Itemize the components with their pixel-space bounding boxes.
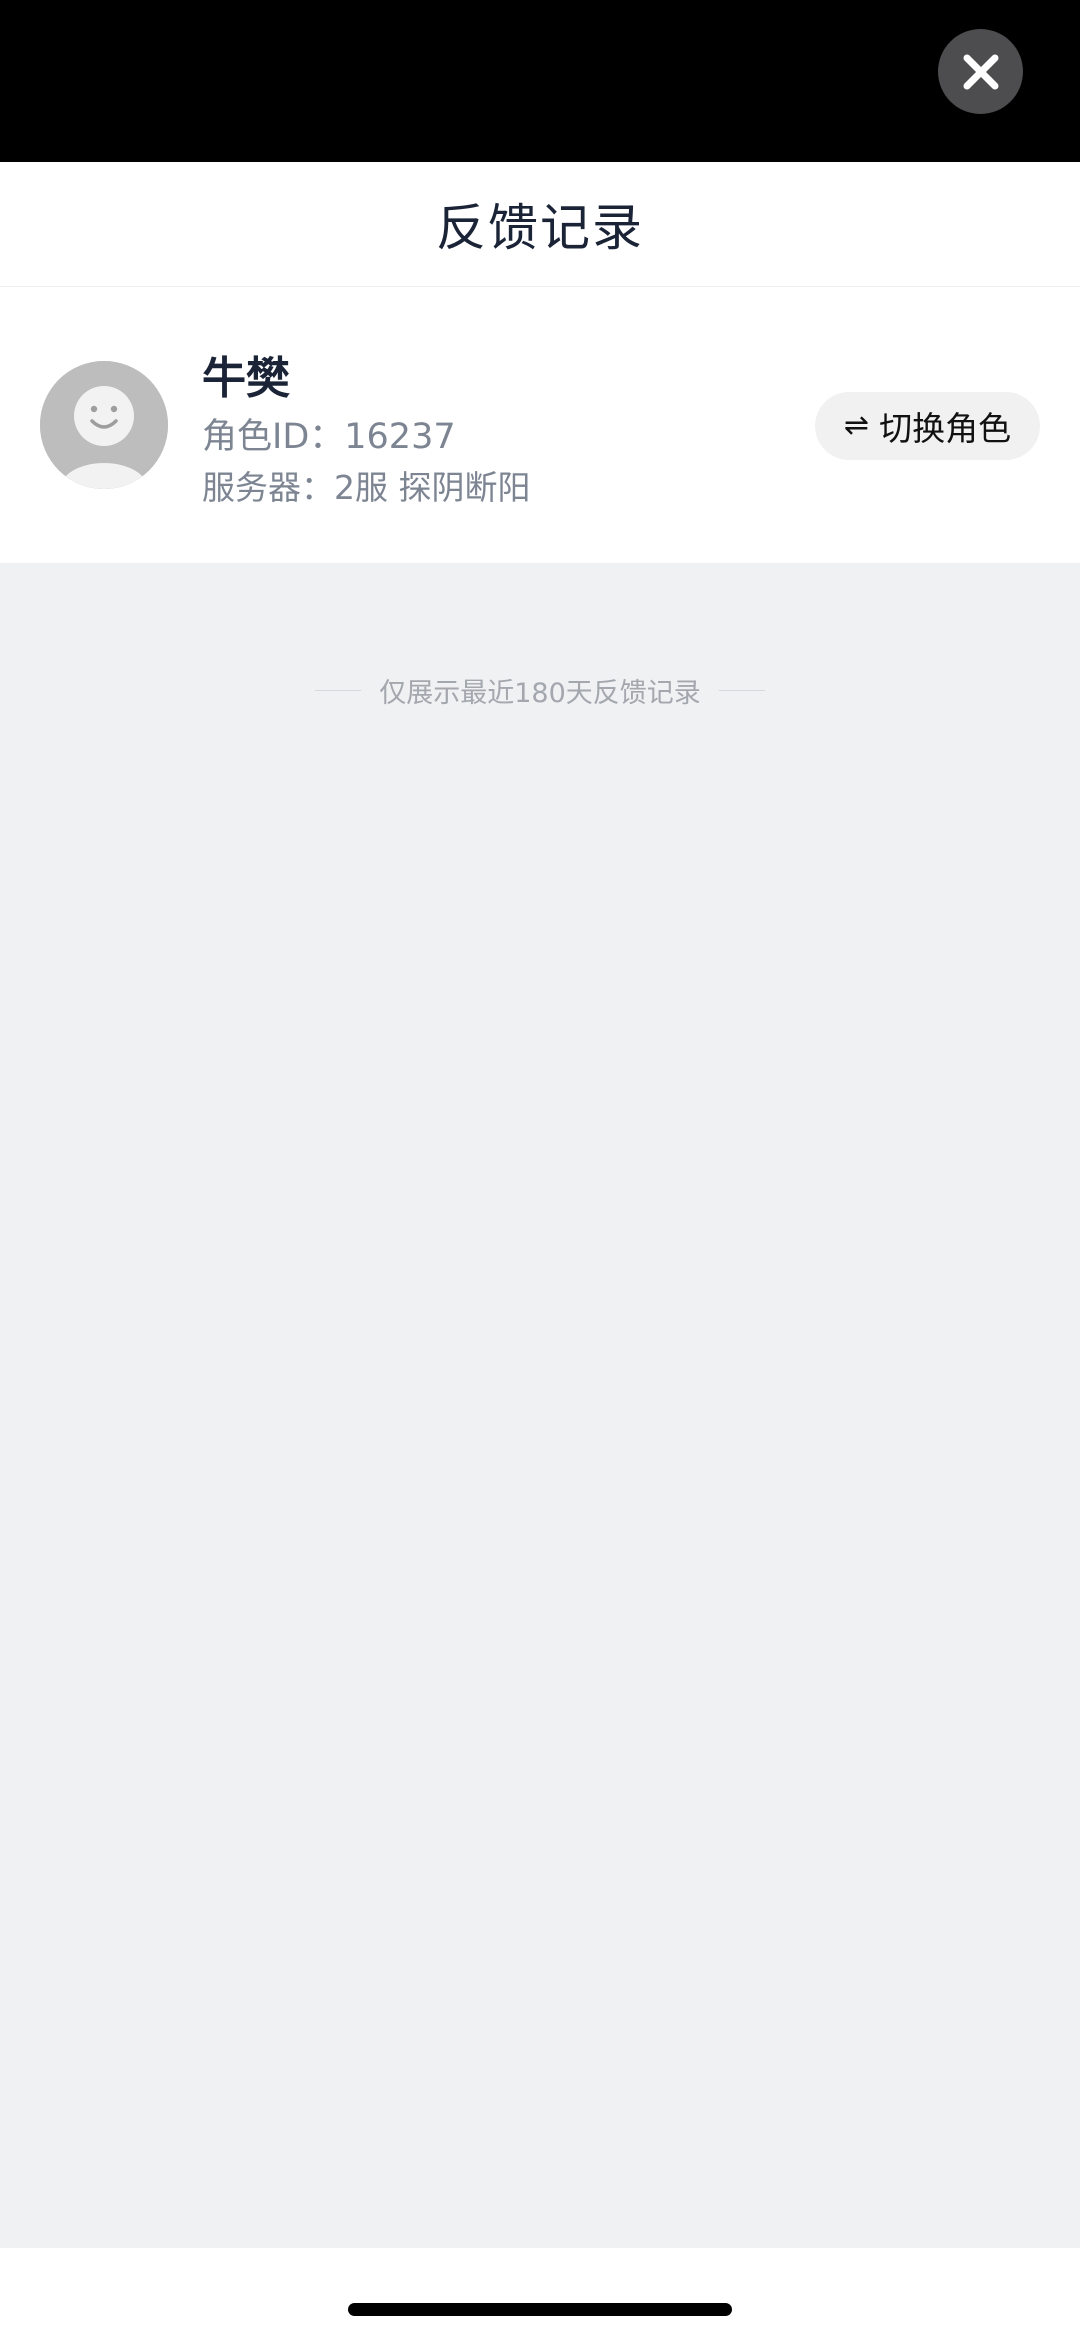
server-text: 服务器：2服 探阴断阳: [202, 468, 531, 507]
role-name: 牛樊: [202, 353, 290, 404]
avatar: [40, 361, 168, 489]
notice-divider-right: [718, 689, 765, 691]
avatar-placeholder-icon: [40, 361, 168, 489]
switch-role-button[interactable]: ⇌ 切换角色: [815, 392, 1040, 460]
feedback-records-screen: 反馈记录 牛樊 角色ID：16237 服务器：2服 探阴断阳 ⇌ 切换角色 仅展…: [0, 0, 1080, 2341]
switch-role-label: 切换角色: [879, 409, 1012, 448]
records-notice: 仅展示最近180天反馈记录: [0, 668, 1080, 712]
close-button[interactable]: [938, 29, 1023, 114]
notice-text: 仅展示最近180天反馈记录: [379, 677, 701, 709]
bottom-safe-area: [0, 2248, 1080, 2341]
role-profile-card: 牛樊 角色ID：16237 服务器：2服 探阴断阳 ⇌ 切换角色: [0, 287, 1080, 563]
page-title: 反馈记录: [436, 199, 644, 257]
home-indicator[interactable]: [348, 2303, 732, 2316]
close-icon: [963, 54, 998, 89]
page-header: 反馈记录: [0, 162, 1080, 287]
role-id-text: 角色ID：16237: [202, 417, 456, 457]
switch-arrows-icon: ⇌: [843, 408, 870, 443]
top-overlay-bar: [0, 0, 1080, 162]
notice-divider-left: [315, 689, 362, 691]
